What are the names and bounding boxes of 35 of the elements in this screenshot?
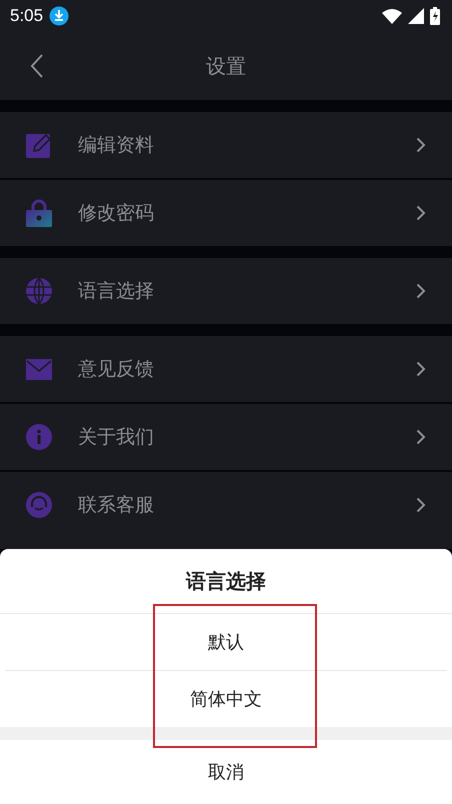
sheet-title: 语言选择	[0, 549, 452, 614]
clock: 5:05	[10, 6, 44, 26]
headset-icon	[25, 491, 53, 519]
info-icon	[25, 423, 53, 451]
row-label: 语言选择	[78, 279, 155, 304]
row-label: 关于我们	[78, 425, 155, 450]
globe-icon	[25, 277, 53, 305]
row-label: 意见反馈	[78, 357, 155, 382]
chevron-icon	[416, 429, 426, 445]
row-label: 编辑资料	[78, 133, 155, 158]
chevron-icon	[416, 361, 426, 377]
row-label: 修改密码	[78, 201, 155, 226]
settings-row[interactable]: 修改密码	[0, 180, 452, 246]
page-title: 设置	[206, 52, 246, 80]
chevron-icon	[416, 205, 426, 221]
settings-row[interactable]: 意见反馈	[0, 336, 452, 402]
chevron-icon	[416, 497, 426, 513]
row-label: 联系客服	[78, 493, 155, 518]
language-option[interactable]: 默认	[0, 614, 452, 670]
pencil-icon	[25, 131, 53, 159]
back-icon[interactable]	[30, 54, 44, 78]
settings-row[interactable]: 语言选择	[0, 258, 452, 324]
settings-row[interactable]: 关于我们	[0, 404, 452, 470]
download-icon	[49, 6, 70, 26]
chevron-icon	[416, 283, 426, 299]
cancel-button[interactable]: 取消	[0, 740, 452, 804]
chevron-icon	[416, 137, 426, 153]
wifi-icon	[382, 8, 402, 24]
settings-row[interactable]: 联系客服	[0, 472, 452, 538]
battery-icon	[430, 7, 440, 25]
language-option[interactable]: 简体中文	[0, 671, 452, 727]
envelope-icon	[25, 357, 53, 381]
settings-row[interactable]: 编辑资料	[0, 112, 452, 178]
lock-icon	[25, 199, 53, 227]
signal-icon	[408, 8, 424, 24]
